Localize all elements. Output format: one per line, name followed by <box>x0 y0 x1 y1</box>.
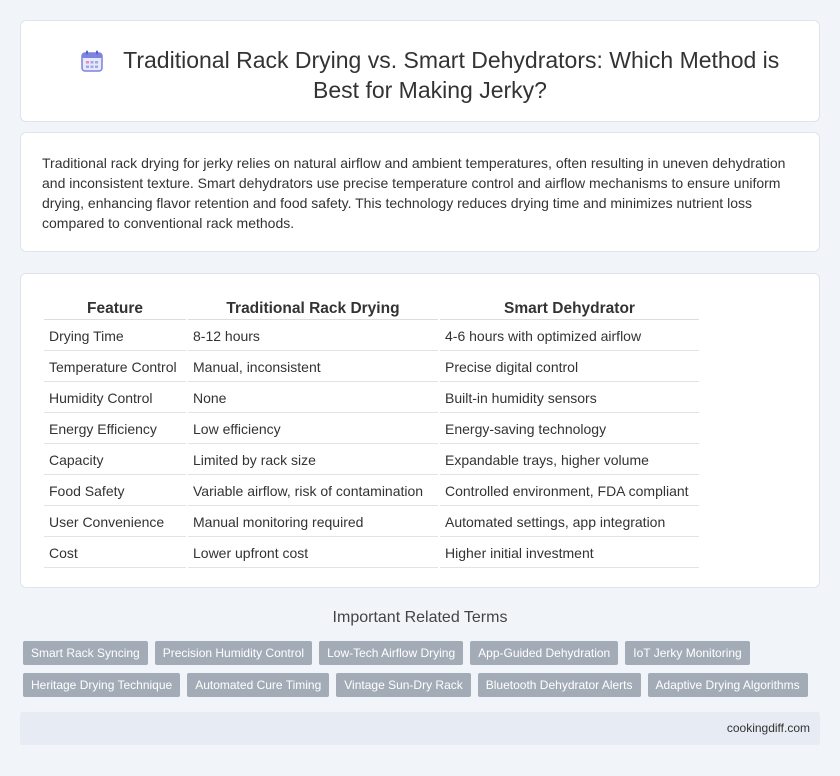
table-cell: Low efficiency <box>188 415 438 444</box>
table-cell: Precise digital control <box>440 353 699 382</box>
table-cell: Controlled environment, FDA compliant <box>440 477 699 506</box>
table-cell: Lower upfront cost <box>188 539 438 568</box>
table-row: Capacity Limited by rack size Expandable… <box>44 446 699 475</box>
tag-link[interactable]: Smart Rack Syncing <box>23 641 148 665</box>
comparison-table-card: Feature Traditional Rack Drying Smart De… <box>20 273 820 588</box>
tag-link[interactable]: Vintage Sun-Dry Rack <box>336 673 471 697</box>
tag-row: Smart Rack Syncing Precision Humidity Co… <box>23 641 813 665</box>
page-title: Traditional Rack Drying vs. Smart Dehydr… <box>123 47 780 103</box>
footer: cookingdiff.com <box>20 712 820 745</box>
table-cell: Automated settings, app integration <box>440 508 699 537</box>
tag-link[interactable]: Precision Humidity Control <box>154 641 313 665</box>
table-cell: Temperature Control <box>44 353 186 382</box>
table-cell: 4-6 hours with optimized airflow <box>440 322 699 351</box>
table-header-row: Feature Traditional Rack Drying Smart De… <box>44 298 699 320</box>
tag-link[interactable]: IoT Jerky Monitoring <box>625 641 750 665</box>
tag-link[interactable]: Automated Cure Timing <box>187 673 330 697</box>
tag-row: Heritage Drying Technique Automated Cure… <box>23 673 813 697</box>
table-cell: User Convenience <box>44 508 186 537</box>
table-cell: Energy-saving technology <box>440 415 699 444</box>
table-row: Food Safety Variable airflow, risk of co… <box>44 477 699 506</box>
tag-link[interactable]: Heritage Drying Technique <box>23 673 181 697</box>
tag-link[interactable]: Adaptive Drying Algorithms <box>647 673 808 697</box>
comparison-table: Feature Traditional Rack Drying Smart De… <box>42 296 701 570</box>
table-cell: Drying Time <box>44 322 186 351</box>
table-row: Temperature Control Manual, inconsistent… <box>44 353 699 382</box>
tag-link[interactable]: Bluetooth Dehydrator Alerts <box>477 673 641 697</box>
table-row: Energy Efficiency Low efficiency Energy-… <box>44 415 699 444</box>
table-cell: Food Safety <box>44 477 186 506</box>
table-cell: 8-12 hours <box>188 322 438 351</box>
table-row: User Convenience Manual monitoring requi… <box>44 508 699 537</box>
table-cell: Cost <box>44 539 186 568</box>
table-cell: Capacity <box>44 446 186 475</box>
table-cell: Manual monitoring required <box>188 508 438 537</box>
related-terms-tags: Smart Rack Syncing Precision Humidity Co… <box>23 641 813 705</box>
table-cell: Expandable trays, higher volume <box>440 446 699 475</box>
title-card: Traditional Rack Drying vs. Smart Dehydr… <box>20 20 820 122</box>
table-cell: Higher initial investment <box>440 539 699 568</box>
header-smart: Smart Dehydrator <box>440 298 699 320</box>
intro-card: Traditional rack drying for jerky relies… <box>20 132 820 252</box>
header-feature: Feature <box>44 298 186 320</box>
table-row: Humidity Control None Built-in humidity … <box>44 384 699 413</box>
table-cell: Limited by rack size <box>188 446 438 475</box>
header-traditional: Traditional Rack Drying <box>188 298 438 320</box>
table-cell: Variable airflow, risk of contamination <box>188 477 438 506</box>
table-row: Cost Lower upfront cost Higher initial i… <box>44 539 699 568</box>
calendar-icon <box>80 50 103 72</box>
tag-link[interactable]: Low-Tech Airflow Drying <box>319 641 464 665</box>
related-terms-heading: Important Related Terms <box>332 609 508 626</box>
table-cell: None <box>188 384 438 413</box>
tag-link[interactable]: App-Guided Dehydration <box>470 641 619 665</box>
table-cell: Humidity Control <box>44 384 186 413</box>
table-cell: Manual, inconsistent <box>188 353 438 382</box>
table-cell: Energy Efficiency <box>44 415 186 444</box>
table-cell: Built-in humidity sensors <box>440 384 699 413</box>
intro-paragraph: Traditional rack drying for jerky relies… <box>42 155 786 231</box>
footer-site-link[interactable]: cookingdiff.com <box>727 721 810 735</box>
table-row: Drying Time 8-12 hours 4-6 hours with op… <box>44 322 699 351</box>
title-wrap: Traditional Rack Drying vs. Smart Dehydr… <box>61 45 799 105</box>
